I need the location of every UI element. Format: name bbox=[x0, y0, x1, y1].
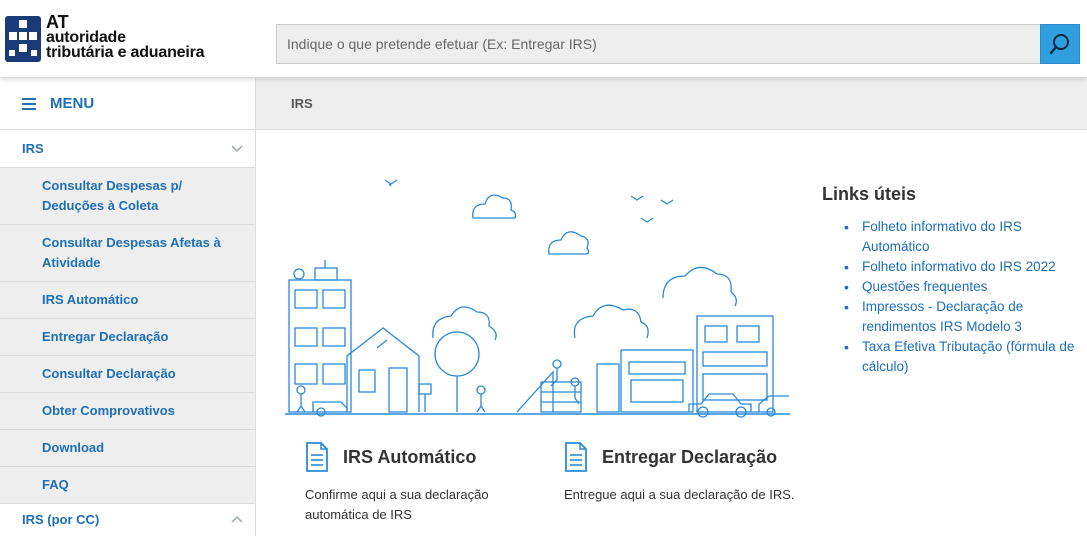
document-icon bbox=[565, 442, 587, 472]
card-title[interactable]: IRS Automático bbox=[305, 441, 545, 473]
sidebar-item-label: Consultar Despesas p/ Deduções à Coleta bbox=[42, 178, 183, 213]
chevron-up-icon bbox=[231, 515, 243, 523]
sidebar-section-irs-por-cc[interactable]: IRS (por CC) bbox=[0, 504, 255, 534]
sidebar-item-label: IRS Automático bbox=[42, 292, 139, 307]
city-illustration bbox=[285, 179, 790, 418]
link-taxa-efetiva[interactable]: Taxa Efetiva Tributação (fórmula de cálc… bbox=[844, 337, 1082, 377]
at-logo[interactable]: AT autoridade tributária e aduaneira bbox=[4, 12, 224, 70]
card-title-text: Entregar Declaração bbox=[602, 446, 778, 467]
card-title[interactable]: Entregar Declaração bbox=[564, 441, 804, 473]
link-impressos-modelo-3[interactable]: Impressos - Declaração de rendimentos IR… bbox=[844, 297, 1082, 337]
hamburger-icon bbox=[22, 97, 36, 110]
search-bar bbox=[276, 24, 1080, 64]
top-header: AT autoridade tributária e aduaneira bbox=[0, 0, 1087, 78]
useful-links: Links úteis Folheto informativo do IRS A… bbox=[822, 184, 1082, 377]
sidebar-item-irs-automatico[interactable]: IRS Automático bbox=[0, 282, 255, 319]
sidebar-section-irs[interactable]: IRS bbox=[0, 130, 255, 168]
breadcrumb-item: IRS bbox=[291, 96, 313, 111]
logo-line-1: autoridade bbox=[46, 29, 126, 46]
card-entregar-declaracao[interactable]: Entregar Declaração Entregue aqui a sua … bbox=[564, 441, 804, 505]
card-description: Entregue aqui a sua declaração de IRS. bbox=[564, 487, 795, 502]
search-button[interactable] bbox=[1040, 24, 1080, 64]
links-title: Links úteis bbox=[822, 184, 917, 204]
link-questoes-frequentes[interactable]: Questões frequentes bbox=[844, 277, 1082, 297]
sidebar-item-obter-comprovativos[interactable]: Obter Comprovativos bbox=[0, 393, 255, 430]
links-list: Folheto informativo do IRS Automático Fo… bbox=[822, 217, 1082, 377]
portugal-shield-icon bbox=[5, 16, 41, 62]
sidebar-item-label: FAQ bbox=[42, 477, 69, 492]
breadcrumb: IRS bbox=[256, 78, 1087, 130]
sidebar-item-consultar-despesas-atividade[interactable]: Consultar Despesas Afetas à Atividade bbox=[0, 225, 255, 282]
logo-line-2: tributária e aduaneira bbox=[46, 44, 205, 61]
sidebar-item-label: Download bbox=[42, 440, 105, 455]
card-description: Confirme aqui a sua declaração automátic… bbox=[305, 487, 489, 522]
menu-label: MENU bbox=[50, 95, 95, 112]
section-label: IRS bbox=[22, 141, 44, 156]
sidebar-item-download[interactable]: Download bbox=[0, 430, 255, 467]
sidebar-item-consultar-despesas-deducoes[interactable]: Consultar Despesas p/ Deduções à Coleta bbox=[0, 168, 255, 225]
sidebar-item-label: Consultar Declaração bbox=[42, 366, 176, 381]
link-folheto-irs-automatico[interactable]: Folheto informativo do IRS Automático bbox=[844, 217, 1082, 257]
card-irs-automatico[interactable]: IRS Automático Confirme aqui a sua decla… bbox=[305, 441, 545, 525]
sidebar-item-label: Consultar Despesas Afetas à Atividade bbox=[42, 235, 221, 270]
document-icon bbox=[306, 442, 328, 472]
sidebar-item-consultar-declaracao[interactable]: Consultar Declaração bbox=[0, 356, 255, 393]
search-input[interactable] bbox=[277, 25, 1041, 63]
link-folheto-irs-2022[interactable]: Folheto informativo do IRS 2022 bbox=[844, 257, 1082, 277]
search-icon bbox=[1049, 34, 1069, 55]
sidebar-item-label: Obter Comprovativos bbox=[42, 403, 175, 418]
logo-at: AT bbox=[46, 12, 69, 32]
sidebar-item-entregar-declaracao[interactable]: Entregar Declaração bbox=[0, 319, 255, 356]
sidebar-item-faq[interactable]: FAQ bbox=[0, 467, 255, 504]
chevron-down-icon bbox=[231, 144, 243, 152]
sidebar: MENU IRS Consultar Despesas p/ Deduções … bbox=[0, 78, 256, 536]
section-label: IRS (por CC) bbox=[22, 511, 100, 527]
sidebar-item-label: Entregar Declaração bbox=[42, 329, 169, 344]
menu-toggle[interactable]: MENU bbox=[0, 78, 255, 130]
card-title-text: IRS Automático bbox=[343, 446, 477, 467]
